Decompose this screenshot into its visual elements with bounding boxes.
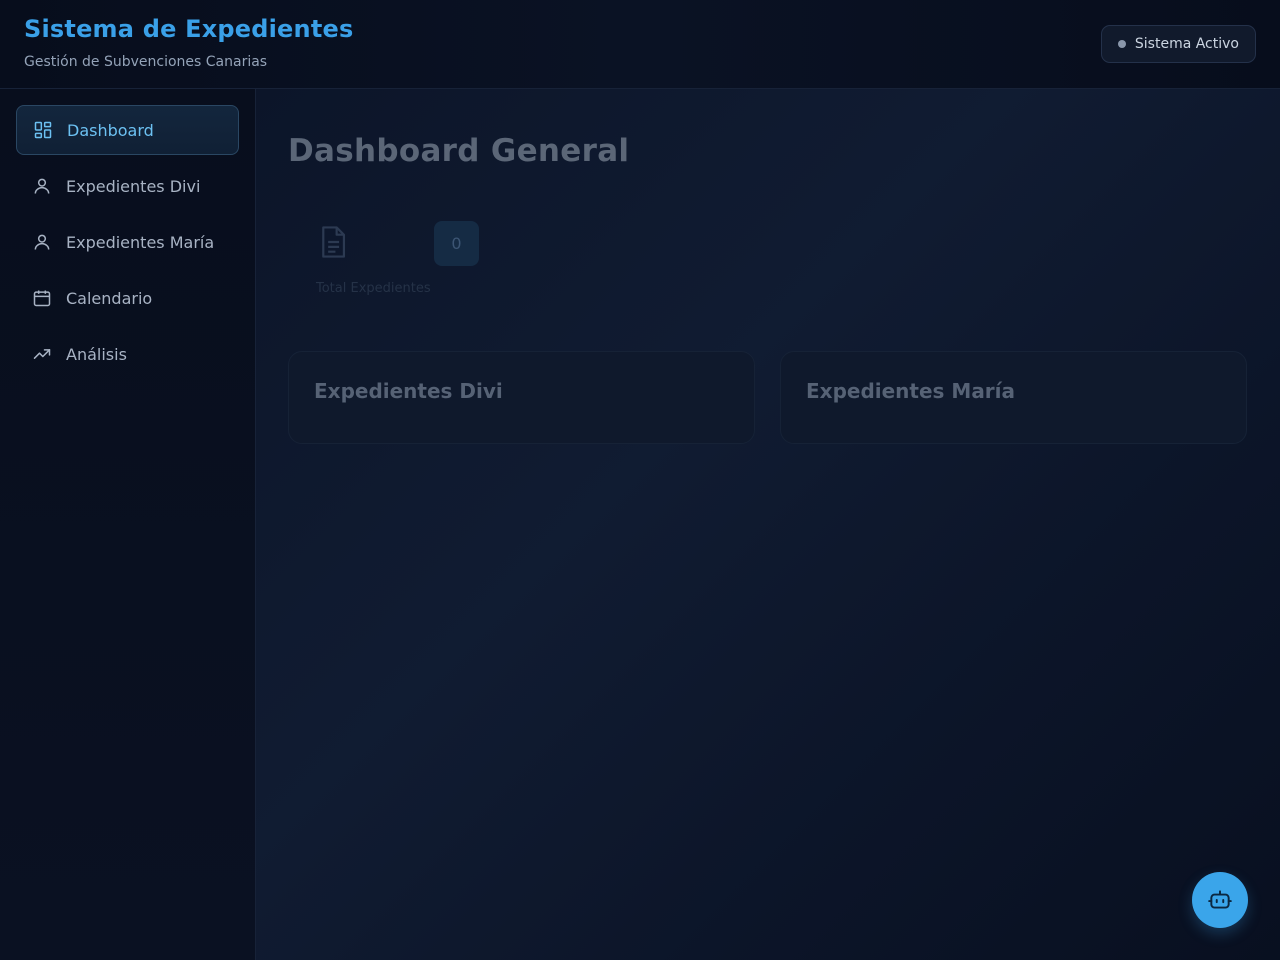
sidebar-item-label: Análisis — [66, 344, 127, 364]
stat-card-total-expedientes: 0 Total Expedientes — [294, 199, 494, 319]
section-title: Expedientes Divi — [314, 379, 503, 403]
sidebar-item-dashboard[interactable]: Dashboard — [16, 105, 239, 155]
dashboard-icon — [33, 120, 53, 140]
stat-label: Total Expedientes — [316, 281, 431, 296]
user-icon — [32, 232, 52, 252]
sidebar-item-label: Calendario — [66, 288, 153, 308]
document-icon — [318, 225, 348, 259]
system-status-badge: Sistema Activo — [1100, 25, 1256, 63]
app-root: Sistema de Expedientes Gestión de Subven… — [0, 0, 1280, 960]
trending-up-icon — [32, 344, 52, 364]
sidebar: Dashboard Expedientes Divi Expedientes M… — [0, 89, 256, 960]
assistant-fab-button[interactable] — [1192, 872, 1248, 928]
app-header: Sistema de Expedientes Gestión de Subven… — [0, 0, 1280, 89]
sidebar-item-expedientes-divi[interactable]: Expedientes Divi — [16, 161, 239, 211]
status-label: Sistema Activo — [1134, 36, 1239, 52]
section-card-expedientes-maria: Expedientes María — [780, 351, 1247, 444]
sidebar-item-label: Dashboard — [67, 120, 154, 140]
sidebar-item-analisis[interactable]: Análisis — [16, 329, 239, 379]
sidebar-item-expedientes-maria[interactable]: Expedientes María — [16, 217, 239, 267]
app-subtitle: Gestión de Subvenciones Canarias — [24, 54, 268, 70]
sidebar-item-label: Expedientes María — [66, 232, 215, 252]
app-title: Sistema de Expedientes — [24, 15, 354, 43]
user-icon — [32, 176, 52, 196]
sidebar-item-label: Expedientes Divi — [66, 176, 201, 196]
main-content: Dashboard General 0 Total Expedientes Ex… — [256, 89, 1280, 960]
sidebar-item-calendario[interactable]: Calendario — [16, 273, 239, 323]
bot-icon — [1208, 890, 1232, 909]
calendar-icon — [32, 288, 52, 308]
section-title: Expedientes María — [806, 379, 1016, 403]
page-title: Dashboard General — [288, 133, 630, 169]
status-dot-icon — [1117, 40, 1126, 48]
stat-value: 0 — [434, 221, 479, 266]
section-card-expedientes-divi: Expedientes Divi — [288, 351, 755, 444]
